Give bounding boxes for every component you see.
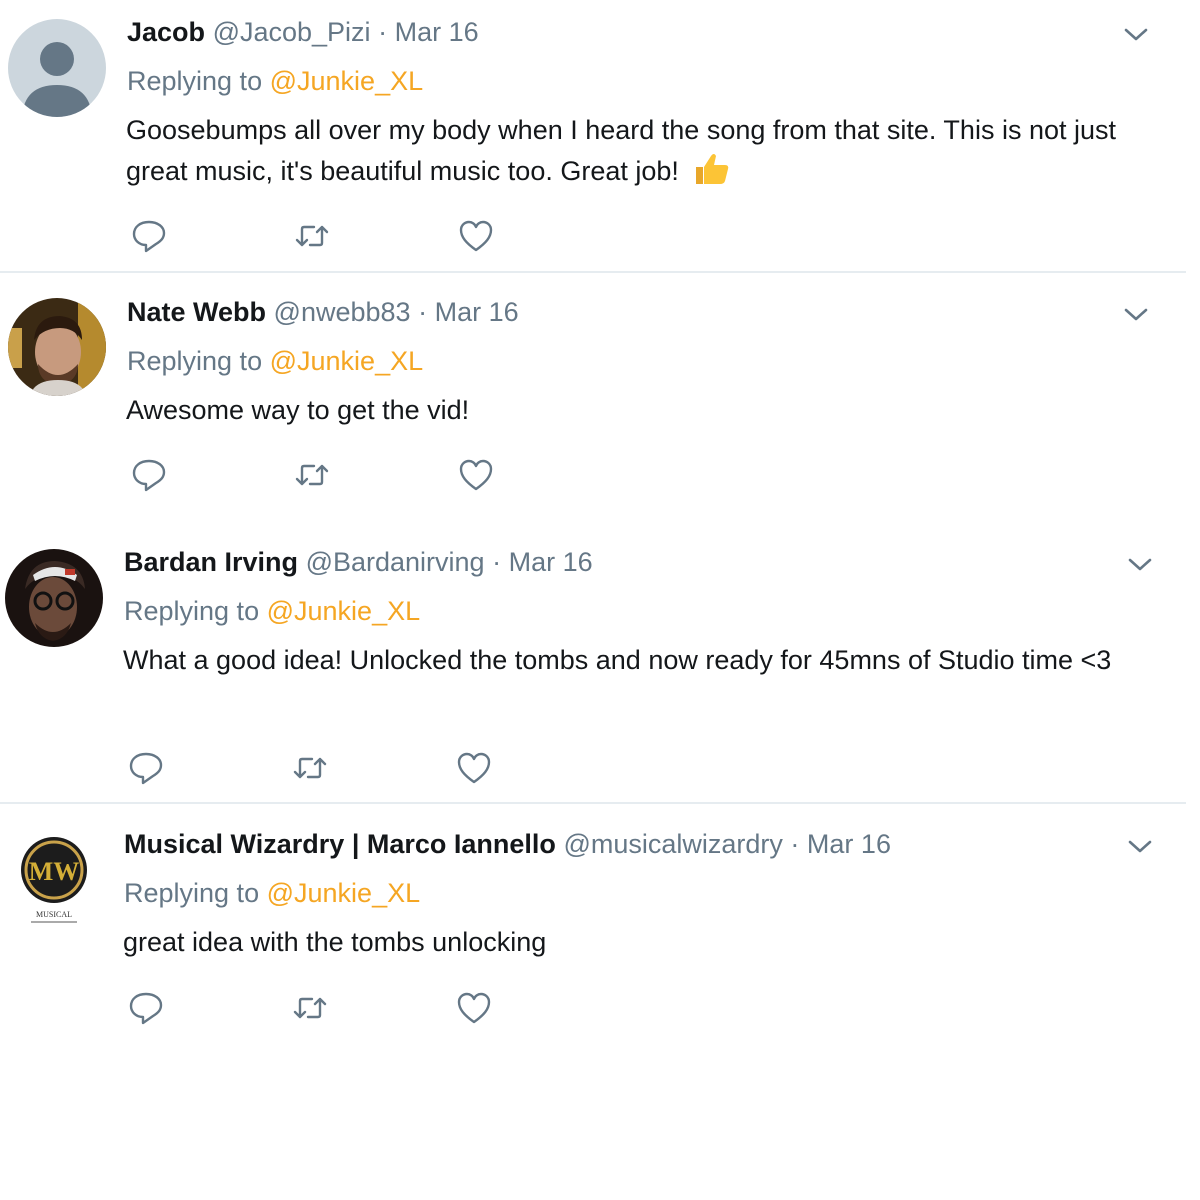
retweet-icon[interactable] xyxy=(291,749,329,787)
replying-to: Replying to @Junkie_XL xyxy=(127,345,423,377)
chevron-down-icon[interactable] xyxy=(1121,299,1151,329)
tweet-date[interactable]: Mar 16 xyxy=(435,297,519,327)
mention-link[interactable]: @Junkie_XL xyxy=(267,878,421,908)
reply-icon[interactable] xyxy=(127,749,165,787)
author-name[interactable]: Musical Wizardry | Marco Iannello xyxy=(124,829,556,859)
tweet-text: Awesome way to get the vid! xyxy=(126,390,1166,431)
author-handle[interactable]: @Bardanirving xyxy=(306,547,485,577)
author-name[interactable]: Bardan Irving xyxy=(124,547,298,577)
separator-dot: · xyxy=(378,17,388,47)
tweet-text: great idea with the tombs unlocking xyxy=(123,922,1163,963)
tweet-date[interactable]: Mar 16 xyxy=(807,829,891,859)
separator-dot: · xyxy=(492,547,502,577)
retweet-icon[interactable] xyxy=(293,456,331,494)
like-icon[interactable] xyxy=(455,989,493,1027)
retweet-icon[interactable] xyxy=(291,989,329,1027)
tweet-divider xyxy=(0,802,1186,804)
tweet-text: Goosebumps all over my body when I heard… xyxy=(126,110,1166,198)
mention-link[interactable]: @Junkie_XL xyxy=(267,596,421,626)
tweet-date[interactable]: Mar 16 xyxy=(509,547,593,577)
avatar[interactable]: MW MUSICAL xyxy=(5,830,103,928)
replying-to: Replying to @Junkie_XL xyxy=(124,877,420,909)
author-handle[interactable]: @musicalwizardry xyxy=(563,829,782,859)
replying-to-label: Replying to xyxy=(124,596,260,626)
tweet-text-content: Awesome way to get the vid! xyxy=(126,395,470,425)
like-icon[interactable] xyxy=(457,456,495,494)
retweet-icon[interactable] xyxy=(293,217,331,255)
avatar[interactable] xyxy=(8,298,106,396)
replying-to: Replying to @Junkie_XL xyxy=(127,65,423,97)
thumbs-up-icon xyxy=(692,152,730,198)
tweet-text-content: Goosebumps all over my body when I heard… xyxy=(126,115,1116,186)
replying-to-label: Replying to xyxy=(124,878,260,908)
chevron-down-icon[interactable] xyxy=(1125,831,1155,861)
author-handle[interactable]: @nwebb83 xyxy=(274,297,411,327)
avatar-caption: MUSICAL xyxy=(36,910,72,919)
mention-link[interactable]: @Junkie_XL xyxy=(270,66,424,96)
replying-to: Replying to @Junkie_XL xyxy=(124,595,420,627)
avatar[interactable] xyxy=(5,549,103,647)
reply-icon[interactable] xyxy=(130,456,168,494)
like-icon[interactable] xyxy=(457,217,495,255)
tweet-text-content: great idea with the tombs unlocking xyxy=(123,927,547,957)
replying-to-label: Replying to xyxy=(127,346,263,376)
avatar[interactable] xyxy=(8,19,106,117)
mention-link[interactable]: @Junkie_XL xyxy=(270,346,424,376)
like-icon[interactable] xyxy=(455,749,493,787)
author-name[interactable]: Nate Webb xyxy=(127,297,266,327)
chevron-down-icon[interactable] xyxy=(1121,19,1151,49)
tweet-text-content: What a good idea! Unlocked the tombs and… xyxy=(123,645,1112,675)
reply-icon[interactable] xyxy=(127,989,165,1027)
tweet-divider xyxy=(0,271,1186,273)
tweet-date[interactable]: Mar 16 xyxy=(395,17,479,47)
chevron-down-icon[interactable] xyxy=(1125,549,1155,579)
separator-dot: · xyxy=(790,829,800,859)
tweet-text: What a good idea! Unlocked the tombs and… xyxy=(123,640,1163,681)
replying-to-label: Replying to xyxy=(127,66,263,96)
author-handle[interactable]: @Jacob_Pizi xyxy=(213,17,371,47)
reply-icon[interactable] xyxy=(130,217,168,255)
author-name[interactable]: Jacob xyxy=(127,17,205,47)
avatar-logo-text: MW xyxy=(29,857,80,886)
separator-dot: · xyxy=(418,297,428,327)
